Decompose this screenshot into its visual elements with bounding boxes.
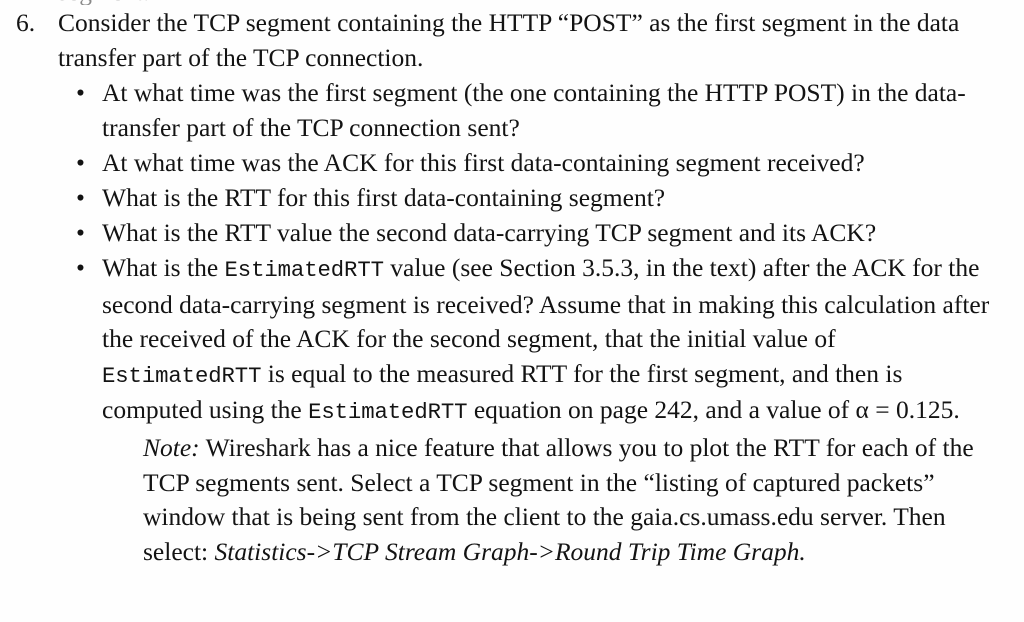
bullet-estimated-rtt-text-run: What is the [102, 252, 225, 282]
bullet-item-estimated-rtt: • What is the EstimatedRTT value (see Sec… [0, 251, 1024, 430]
bullet-item-rtt-first-segment: • What is the RTT for this first data-con… [0, 181, 1024, 216]
bullet-item-rtt-second-segment: • What is the RTT value the second data-c… [0, 216, 1024, 251]
bullet-dot-icon: • [76, 252, 85, 282]
question-bullet-list: • At what time was the first segment (the… [0, 76, 1024, 430]
bullet-rtt-first-segment-text-run: What is the RTT for this first data-cont… [102, 182, 666, 212]
bullet-dot-icon: • [76, 217, 85, 247]
bullet-dot-icon: • [76, 182, 85, 212]
note-italic-run: Note: [143, 432, 200, 462]
clipped-top-line: segment. [58, 0, 618, 5]
bullet-item-ack-time: • At what time was the ACK for this first… [0, 146, 1024, 181]
numbered-item-6: 6. Consider the TCP segment containing t… [0, 6, 1024, 75]
bullet-dot-icon: • [76, 78, 85, 107]
item-number-marker: 6. [16, 8, 36, 37]
item-intro-text: Consider the TCP segment containing the … [58, 8, 960, 72]
bullet-first-segment-time-text-run: At what time was the first segment (the … [102, 78, 966, 142]
bullet-rtt-second-segment-text-run: What is the RTT value the second data-ca… [102, 217, 877, 247]
bullet-ack-time-text-run: At what time was the ACK for this first … [102, 147, 865, 177]
note-italic-run: Statistics->TCP Stream Graph->Round Trip… [214, 536, 806, 566]
bullet-dot-icon: • [76, 147, 85, 177]
note-block: Note: Wireshark has a nice feature that … [0, 431, 1024, 569]
document-body: 6. Consider the TCP segment containing t… [0, 6, 1024, 569]
bullet-estimated-rtt-code-run: EstimatedRTT [308, 399, 468, 426]
bullet-estimated-rtt-code-run: EstimatedRTT [102, 362, 262, 389]
document-page: segment. 6. Consider the TCP segment con… [0, 0, 1024, 622]
bullet-estimated-rtt-text-run: equation on page 242, and a value of α =… [467, 395, 960, 425]
bullet-item-first-segment-time: • At what time was the first segment (the… [0, 76, 1024, 145]
bullet-estimated-rtt-code-run: EstimatedRTT [224, 256, 384, 283]
